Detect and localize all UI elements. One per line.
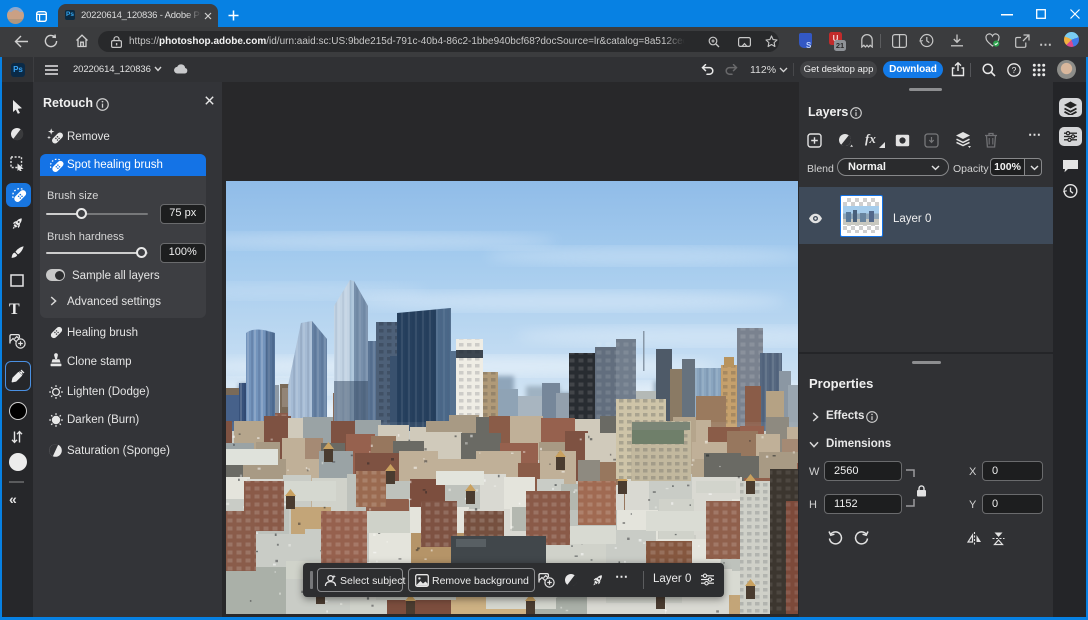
svg-text:?: ? xyxy=(1012,65,1017,75)
